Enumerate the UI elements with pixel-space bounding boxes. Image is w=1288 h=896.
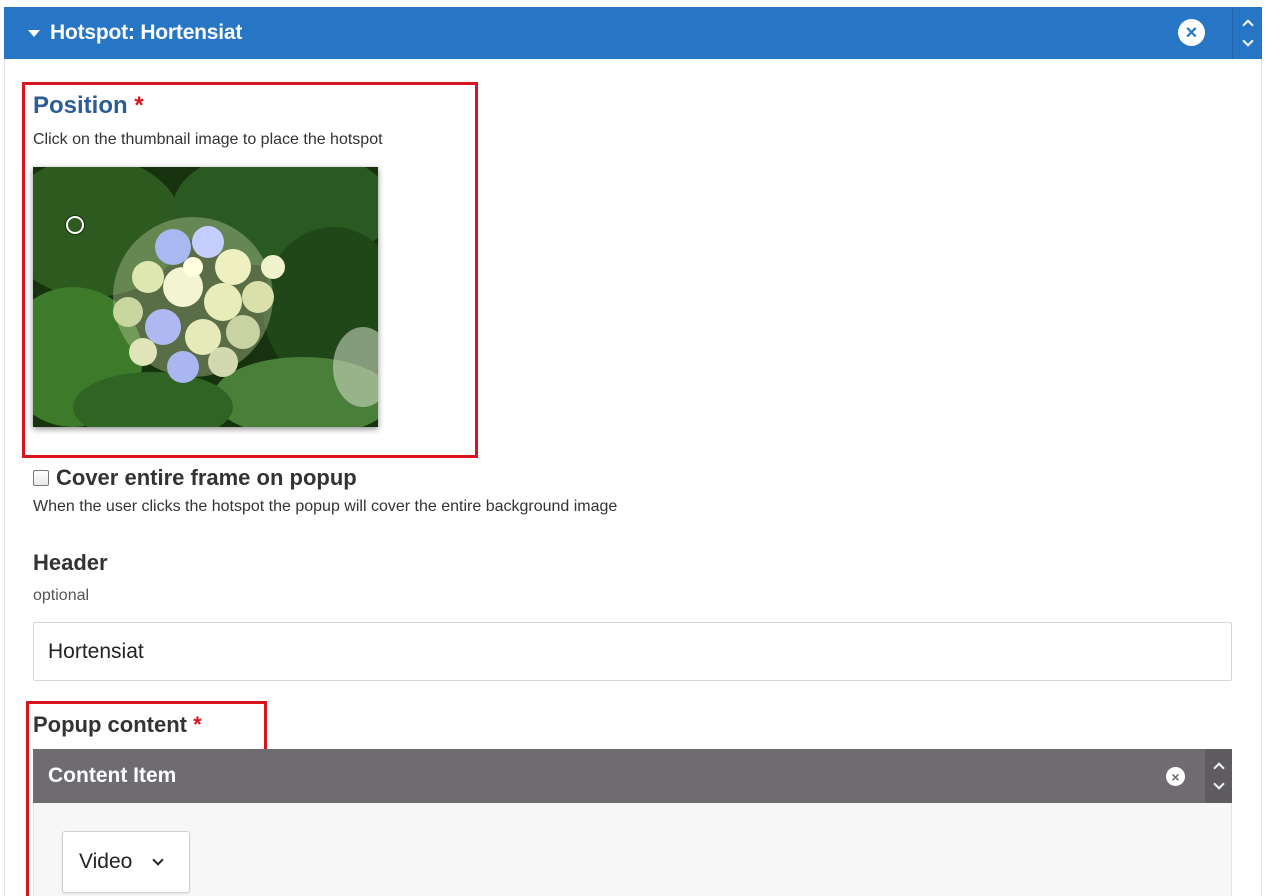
position-label-text: Position	[33, 92, 128, 119]
header-label: Header	[33, 550, 108, 575]
popup-content-label-text: Popup content	[33, 712, 187, 737]
required-mark: *	[134, 92, 144, 119]
content-item-title: Content Item	[48, 764, 177, 787]
popup-content-label: Popup content *	[33, 712, 202, 738]
content-item-bar[interactable]: Content Item ×	[33, 749, 1232, 803]
remove-hotspot-button[interactable]: ×	[1178, 19, 1205, 46]
hotspot-circle-icon[interactable]	[66, 216, 84, 234]
position-help-text: Click on the thumbnail image to place th…	[33, 131, 383, 148]
hotspot-title: Hotspot: Hortensiat	[50, 21, 243, 44]
required-mark: *	[193, 712, 202, 737]
cover-frame-row: Cover entire frame on popup	[33, 465, 357, 491]
chevron-down-icon	[152, 853, 165, 866]
hotspot-header-bar[interactable]: Hotspot: Hortensiat ×	[4, 7, 1262, 59]
header-help: optional	[33, 587, 90, 604]
chevron-down-icon[interactable]	[1212, 778, 1225, 790]
reorder-controls	[1232, 7, 1262, 59]
close-circle-icon: ×	[1185, 21, 1198, 44]
content-type-value: Video	[79, 850, 133, 873]
close-circle-icon: ×	[1171, 768, 1180, 785]
content-item-body	[33, 803, 1232, 896]
position-label: Position *	[33, 92, 144, 120]
content-type-select[interactable]: Video	[62, 831, 190, 893]
header-input[interactable]	[33, 622, 1232, 681]
chevron-down-icon[interactable]	[1241, 35, 1254, 47]
chevron-up-icon[interactable]	[1212, 762, 1225, 774]
chevron-up-icon[interactable]	[1241, 19, 1254, 31]
collapse-caret-icon[interactable]	[28, 29, 40, 37]
cover-frame-label[interactable]: Cover entire frame on popup	[56, 465, 357, 491]
cover-frame-checkbox[interactable]	[33, 470, 49, 486]
remove-content-item-button[interactable]: ×	[1166, 767, 1185, 786]
hydrangea-image	[33, 167, 378, 427]
cover-frame-help: When the user clicks the hotspot the pop…	[33, 498, 618, 515]
content-reorder-controls	[1205, 749, 1232, 803]
position-thumbnail[interactable]	[33, 167, 378, 427]
